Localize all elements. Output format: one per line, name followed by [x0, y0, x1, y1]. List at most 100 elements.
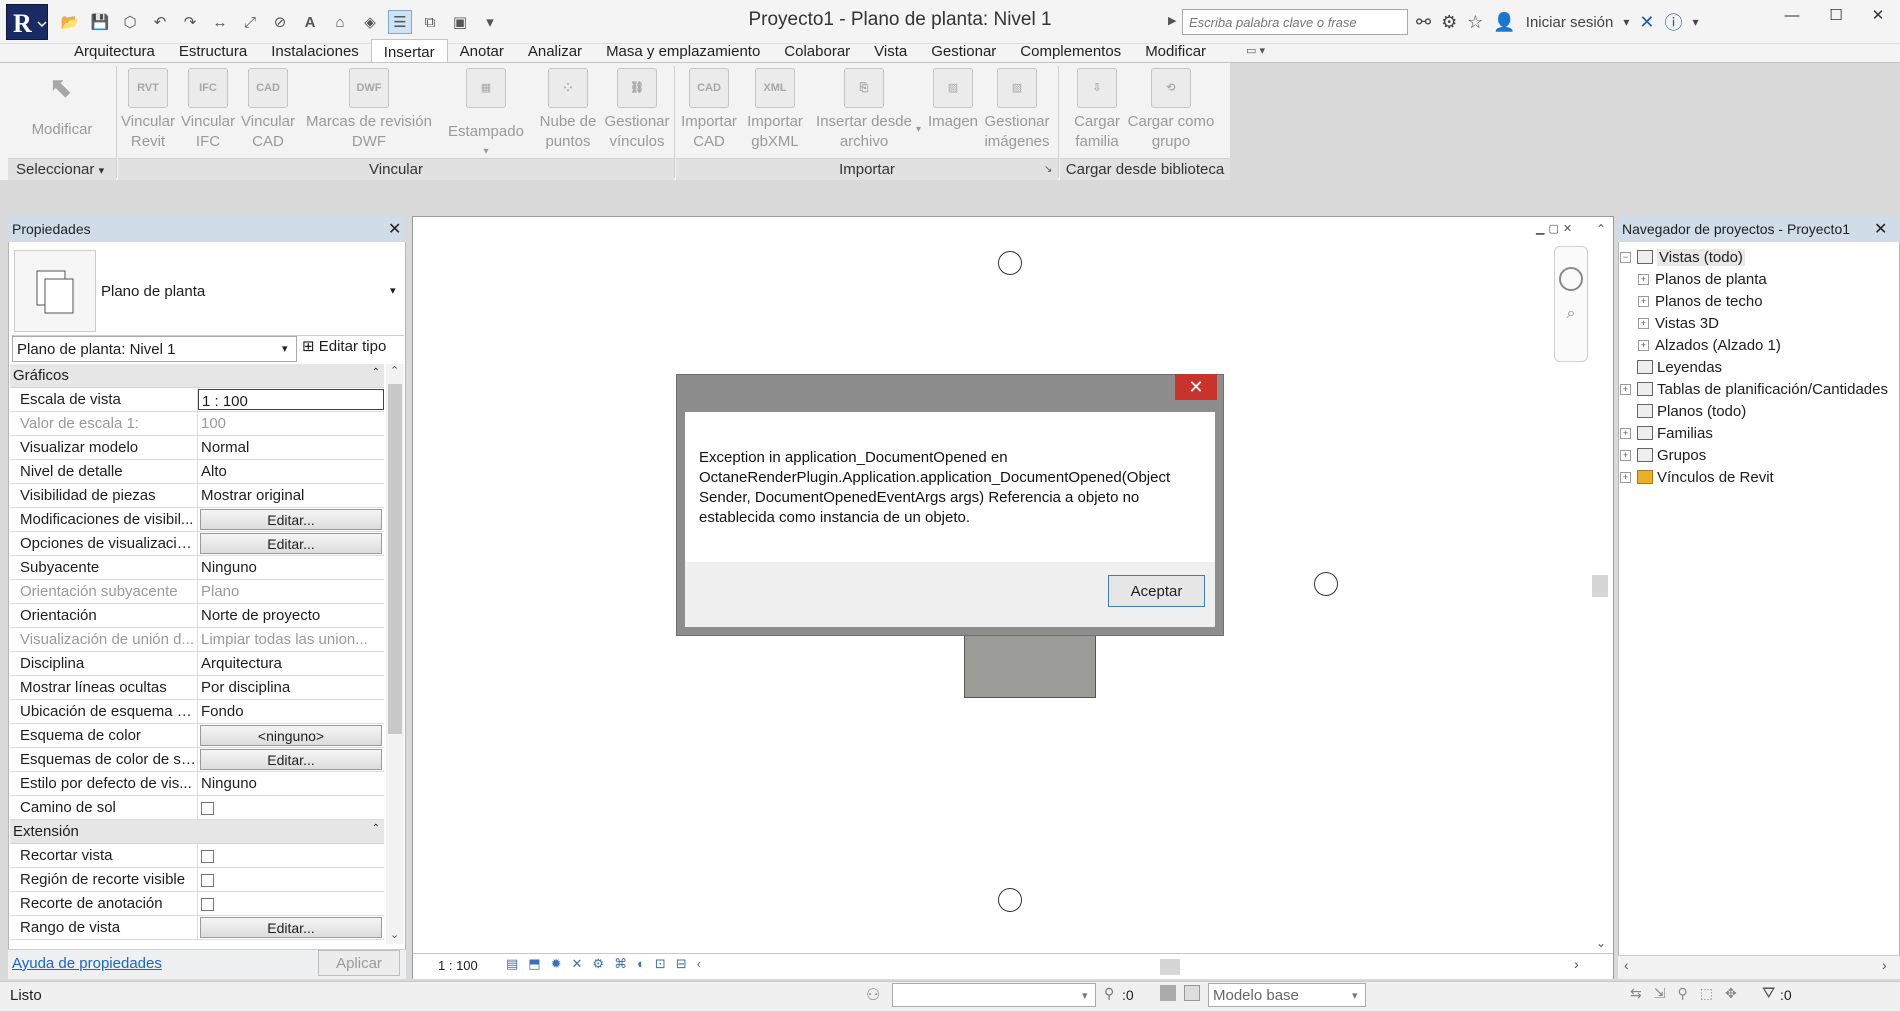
prop-value[interactable]: Arquitectura — [198, 652, 384, 675]
scroll-left-icon[interactable]: ‹ — [697, 956, 701, 972]
annotation-crop-checkbox[interactable] — [201, 898, 214, 911]
prop-value[interactable]: Norte de proyecto — [198, 604, 384, 627]
expand-icon[interactable]: + — [1620, 383, 1631, 395]
crop-icon[interactable]: ⌘ — [614, 956, 627, 972]
tab-anotar[interactable]: Anotar — [448, 39, 516, 63]
customize-qat-icon[interactable]: ▾ — [478, 10, 502, 34]
worksets-icon[interactable]: ⚇ — [866, 985, 880, 1005]
zoom-icon[interactable]: ⌕ — [1555, 305, 1587, 323]
scroll-right-icon[interactable]: › — [1574, 956, 1579, 972]
import-gbxml-tool[interactable]: XML Importar gbXML — [742, 68, 808, 152]
close-hidden-icon[interactable]: ⧉ — [418, 10, 442, 34]
insert-file-dropdown-icon[interactable]: ▾ — [916, 124, 921, 135]
properties-scrollbar-thumb[interactable] — [388, 384, 402, 734]
help-dropdown-icon[interactable]: ▾ — [1692, 15, 1698, 29]
tab-estructura[interactable]: Estructura — [167, 39, 259, 63]
workset-select[interactable] — [892, 983, 1096, 1007]
edit-button[interactable]: Editar... — [200, 749, 382, 770]
steering-wheel-icon[interactable] — [1559, 267, 1583, 291]
help-icon[interactable]: ⓘ — [1664, 9, 1682, 35]
browser-scroll-right-icon[interactable]: › — [1882, 957, 1887, 973]
prop-value[interactable]: Normal — [198, 436, 384, 459]
binoculars-icon[interactable]: ⚯ — [1416, 12, 1431, 33]
instance-dropdown-icon[interactable]: ▾ — [282, 342, 288, 355]
select-underlay-icon[interactable]: ⇲ — [1654, 985, 1666, 1002]
image-tool[interactable]: ▨ Imagen — [922, 68, 984, 132]
favorites-icon[interactable]: ☆ — [1467, 12, 1483, 33]
shadows-icon[interactable]: ✕ — [572, 956, 583, 972]
insert-from-file-tool[interactable]: ⎘ Insertar desde archivo — [816, 68, 912, 152]
window-close-button[interactable]: ✕ — [1856, 0, 1900, 30]
dialog-close-button[interactable]: ✕ — [1175, 374, 1217, 400]
view-scroll-up-icon[interactable]: ⌃ — [1596, 222, 1606, 236]
import-dialog-launcher-icon[interactable]: ↘ — [1044, 164, 1052, 175]
view-window-controls[interactable]: ▁▢✕ — [1536, 222, 1576, 235]
select-face-icon[interactable]: ⬚ — [1700, 985, 1713, 1002]
crop-view-checkbox[interactable] — [201, 850, 214, 863]
text-icon[interactable]: A — [298, 10, 322, 34]
type-dropdown-icon[interactable]: ▾ — [390, 284, 396, 297]
manage-links-tool[interactable]: ⛓ Gestionar vínculos — [602, 68, 672, 152]
prop-value[interactable]: Mostrar original — [198, 484, 384, 507]
sync-icon[interactable]: ⬡ — [118, 10, 142, 34]
load-group-tool[interactable]: ⟲ Cargar como grupo — [1126, 68, 1216, 152]
modify-tool[interactable]: ⬉ Modificar — [22, 68, 102, 140]
browser-scroll-left-icon[interactable]: ‹ — [1624, 957, 1629, 973]
expand-icon[interactable]: + — [1638, 295, 1649, 307]
thin-lines-icon[interactable]: ☰ — [388, 10, 412, 34]
maximize-button[interactable]: ☐ — [1814, 0, 1858, 30]
tree-item-alzados[interactable]: + Alzados (Alzado 1) — [1620, 334, 1898, 356]
ribbon-minimize-icon[interactable]: ▭ ▾ — [1246, 44, 1265, 57]
elevation-marker-east[interactable] — [1314, 572, 1338, 596]
switch-windows-icon[interactable]: ▣ — [448, 10, 472, 34]
tree-item-leyendas[interactable]: Leyendas — [1620, 356, 1898, 378]
color-scheme-button[interactable]: <ninguno> — [200, 725, 382, 746]
temporary-hide-icon[interactable]: ◐ — [637, 956, 645, 972]
point-cloud-tool[interactable]: ⁘ Nube de puntos — [536, 68, 600, 152]
edit-button[interactable]: Editar... — [200, 509, 382, 530]
tab-complementos[interactable]: Complementos — [1008, 39, 1133, 63]
view-scrollbar-thumb[interactable] — [1592, 575, 1608, 597]
apply-button[interactable]: Aplicar — [318, 950, 400, 976]
expand-icon[interactable]: + — [1620, 471, 1631, 483]
prop-value[interactable]: Alto — [198, 460, 384, 483]
project-browser-close-icon[interactable]: ✕ — [1874, 219, 1887, 239]
detail-level-icon[interactable]: ▤ — [506, 956, 518, 972]
group-graficos[interactable]: Gráficos ⌃ — [10, 364, 384, 388]
tab-masa[interactable]: Masa y emplazamiento — [594, 39, 772, 63]
tree-item-vinculos[interactable]: + Vínculos de Revit — [1620, 466, 1898, 488]
filter-icon[interactable]: ⛛ — [1762, 985, 1775, 1003]
redo-icon[interactable]: ↷ — [178, 10, 202, 34]
tree-item-planos[interactable]: Planos (todo) — [1620, 400, 1898, 422]
horizontal-scroll-thumb[interactable] — [1160, 959, 1180, 975]
manage-images-tool[interactable]: ▧ Gestionar imágenes — [982, 68, 1052, 152]
view-scroll-down-icon[interactable]: ⌄ — [1596, 936, 1606, 950]
import-cad-tool[interactable]: CAD Importar CAD — [676, 68, 742, 152]
tab-analizar[interactable]: Analizar — [516, 39, 594, 63]
crop-region-checkbox[interactable] — [201, 874, 214, 887]
prop-value[interactable]: Fondo — [198, 700, 384, 723]
signin-dropdown-icon[interactable]: ▾ — [1623, 15, 1629, 29]
browser-hscrollbar[interactable] — [1618, 955, 1900, 979]
worksharing-icon[interactable]: ⊟ — [676, 956, 687, 972]
tree-item-grupos[interactable]: + Grupos — [1620, 444, 1898, 466]
section-icon[interactable]: ◈ — [358, 10, 382, 34]
collapse-icon[interactable]: − — [1620, 251, 1631, 263]
expand-icon[interactable]: + — [1638, 317, 1649, 329]
prop-value[interactable]: Ninguno — [198, 772, 384, 795]
scroll-up-icon[interactable]: ⌃ — [390, 364, 399, 377]
tree-item-vistas-3d[interactable]: + Vistas 3D — [1620, 312, 1898, 334]
render-icon[interactable]: ⚙ — [592, 956, 604, 972]
ok-button[interactable]: Aceptar — [1108, 575, 1205, 607]
properties-close-icon[interactable]: ✕ — [388, 219, 401, 239]
tab-modificar[interactable]: Modificar — [1133, 39, 1218, 63]
view-scale-input[interactable]: 1 : 100 — [198, 389, 384, 410]
load-family-tool[interactable]: ⇩ Cargar familia — [1060, 68, 1134, 152]
link-ifc-tool[interactable]: IFC Vincular IFC — [178, 68, 238, 152]
link-cad-tool[interactable]: CAD Vincular CAD — [238, 68, 298, 152]
properties-help-link[interactable]: Ayuda de propiedades — [12, 955, 162, 972]
edit-button[interactable]: Editar... — [200, 533, 382, 554]
tree-item-planos-techo[interactable]: + Planos de techo — [1620, 290, 1898, 312]
tree-item-familias[interactable]: + Familias — [1620, 422, 1898, 444]
tab-vista[interactable]: Vista — [862, 39, 919, 63]
